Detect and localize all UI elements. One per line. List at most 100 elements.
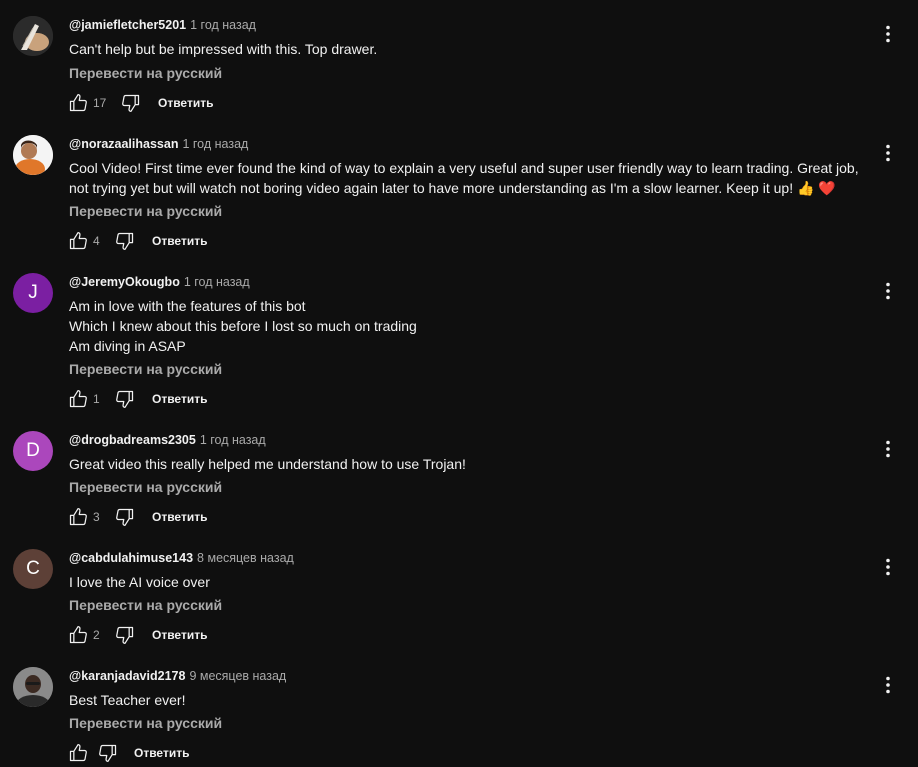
thumbs-up-emoji: 👍: [796, 181, 815, 197]
avatar[interactable]: J: [13, 273, 53, 313]
heart-emoji: ❤️: [818, 181, 836, 197]
reply-button[interactable]: Ответить: [158, 96, 213, 110]
avatar[interactable]: C: [13, 549, 53, 589]
comment-menu-button[interactable]: [878, 557, 898, 577]
translate-link[interactable]: Перевести на русский: [69, 596, 222, 614]
reply-button[interactable]: Ответить: [152, 392, 207, 406]
more-vertical-icon: [886, 440, 890, 458]
translate-link[interactable]: Перевести на русский: [69, 714, 222, 732]
thumbs-down-icon: [116, 508, 134, 526]
like-button[interactable]: [68, 743, 88, 763]
thumbs-down-icon: [116, 232, 134, 250]
comment-actions: 1 Ответить: [68, 389, 207, 409]
comment-text-line: Great video this really helped me unders…: [69, 456, 466, 472]
comment-menu-button[interactable]: [878, 675, 898, 695]
comment-header: @jamiefletcher5201 1 год назад: [69, 18, 256, 32]
comment-menu-button[interactable]: [878, 143, 898, 163]
comment-time[interactable]: 9 месяцев назад: [189, 669, 286, 683]
photo-avatar-icon: [13, 16, 53, 56]
reply-button[interactable]: Ответить: [134, 746, 189, 760]
dislike-button[interactable]: [115, 231, 135, 251]
thumbs-up-icon: [69, 390, 87, 408]
like-count: 1: [93, 392, 100, 406]
avatar[interactable]: [13, 135, 53, 175]
comment-author[interactable]: @cabdulahimuse143: [69, 551, 193, 565]
translate-link[interactable]: Перевести на русский: [69, 64, 222, 82]
comment-text: Great video this really helped me unders…: [69, 454, 869, 474]
comment-text-line: not trying yet but will watch not boring…: [69, 178, 869, 199]
comment-author[interactable]: @JeremyOkougbo: [69, 275, 180, 289]
comment-author[interactable]: @drogbadreams2305: [69, 433, 196, 447]
thumbs-down-icon: [122, 94, 140, 112]
comment-text-line: Best Teacher ever!: [69, 692, 186, 708]
reply-button[interactable]: Ответить: [152, 628, 207, 642]
comments-section: @jamiefletcher5201 1 год назад Can't help…: [0, 0, 918, 767]
dislike-button[interactable]: [121, 93, 141, 113]
like-button[interactable]: [68, 507, 88, 527]
avatar[interactable]: D: [13, 431, 53, 471]
thumbs-down-icon: [116, 390, 134, 408]
dislike-button[interactable]: [115, 507, 135, 527]
dislike-button[interactable]: [115, 625, 135, 645]
like-button[interactable]: [68, 231, 88, 251]
comment-text-line: Can't help but be impressed with this. T…: [69, 41, 378, 57]
like-count: 2: [93, 628, 100, 642]
comment-header: @drogbadreams2305 1 год назад: [69, 433, 266, 447]
avatar[interactable]: [13, 16, 53, 56]
like-button[interactable]: [68, 625, 88, 645]
dislike-button[interactable]: [115, 389, 135, 409]
comment-author[interactable]: @jamiefletcher5201: [69, 18, 186, 32]
more-vertical-icon: [886, 282, 890, 300]
comment-time[interactable]: 1 год назад: [184, 275, 250, 289]
reply-button[interactable]: Ответить: [152, 234, 207, 248]
translate-link[interactable]: Перевести на русский: [69, 202, 222, 220]
comment-text-line: Cool Video! First time ever found the ki…: [69, 160, 859, 176]
comment-time[interactable]: 1 год назад: [182, 137, 248, 151]
reply-button[interactable]: Ответить: [152, 510, 207, 524]
comment-header: @cabdulahimuse143 8 месяцев назад: [69, 551, 294, 565]
thumbs-up-icon: [69, 744, 87, 762]
comment-text: I love the AI voice over: [69, 572, 869, 592]
comment-text: Cool Video! First time ever found the ki…: [69, 158, 869, 199]
like-button[interactable]: [68, 93, 88, 113]
comment-author[interactable]: @karanjadavid2178: [69, 669, 185, 683]
more-vertical-icon: [886, 558, 890, 576]
thumbs-up-icon: [69, 508, 87, 526]
thumbs-down-icon: [116, 626, 134, 644]
more-vertical-icon: [886, 25, 890, 43]
photo-avatar-icon: [13, 667, 53, 707]
comment-menu-button[interactable]: [878, 439, 898, 459]
comment-actions: 3 Ответить: [68, 507, 207, 527]
photo-avatar-icon: [13, 135, 53, 175]
comment-author[interactable]: @norazaalihassan: [69, 137, 178, 151]
comment-text-line: Am in love with the features of this bot: [69, 298, 306, 314]
comment-text-line: Am diving in ASAP: [69, 338, 186, 354]
like-count: 17: [93, 96, 107, 110]
like-count: 3: [93, 510, 100, 524]
like-button[interactable]: [68, 389, 88, 409]
comment-header: @JeremyOkougbo 1 год назад: [69, 275, 250, 289]
comment-actions: 4 Ответить: [68, 231, 207, 251]
comment-header: @karanjadavid2178 9 месяцев назад: [69, 669, 286, 683]
comment-text-line: I love the AI voice over: [69, 574, 210, 590]
translate-link[interactable]: Перевести на русский: [69, 360, 222, 378]
comment-actions: 17 Ответить: [68, 93, 213, 113]
thumbs-up-icon: [69, 626, 87, 644]
comment-menu-button[interactable]: [878, 281, 898, 301]
translate-link[interactable]: Перевести на русский: [69, 478, 222, 496]
comment-text: Best Teacher ever!: [69, 690, 869, 710]
more-vertical-icon: [886, 144, 890, 162]
thumbs-down-icon: [99, 744, 117, 762]
comment-time[interactable]: 1 год назад: [200, 433, 266, 447]
comment-text-line: Which I knew about this before I lost so…: [69, 318, 417, 334]
thumbs-up-icon: [69, 94, 87, 112]
comment-actions: Ответить: [68, 743, 189, 763]
comment-menu-button[interactable]: [878, 24, 898, 44]
comment-text: Can't help but be impressed with this. T…: [69, 39, 869, 59]
comment-text-segment: not trying yet but will watch not boring…: [69, 180, 794, 196]
dislike-button[interactable]: [98, 743, 118, 763]
comment-actions: 2 Ответить: [68, 625, 207, 645]
avatar[interactable]: [13, 667, 53, 707]
comment-time[interactable]: 1 год назад: [190, 18, 256, 32]
comment-time[interactable]: 8 месяцев назад: [197, 551, 294, 565]
